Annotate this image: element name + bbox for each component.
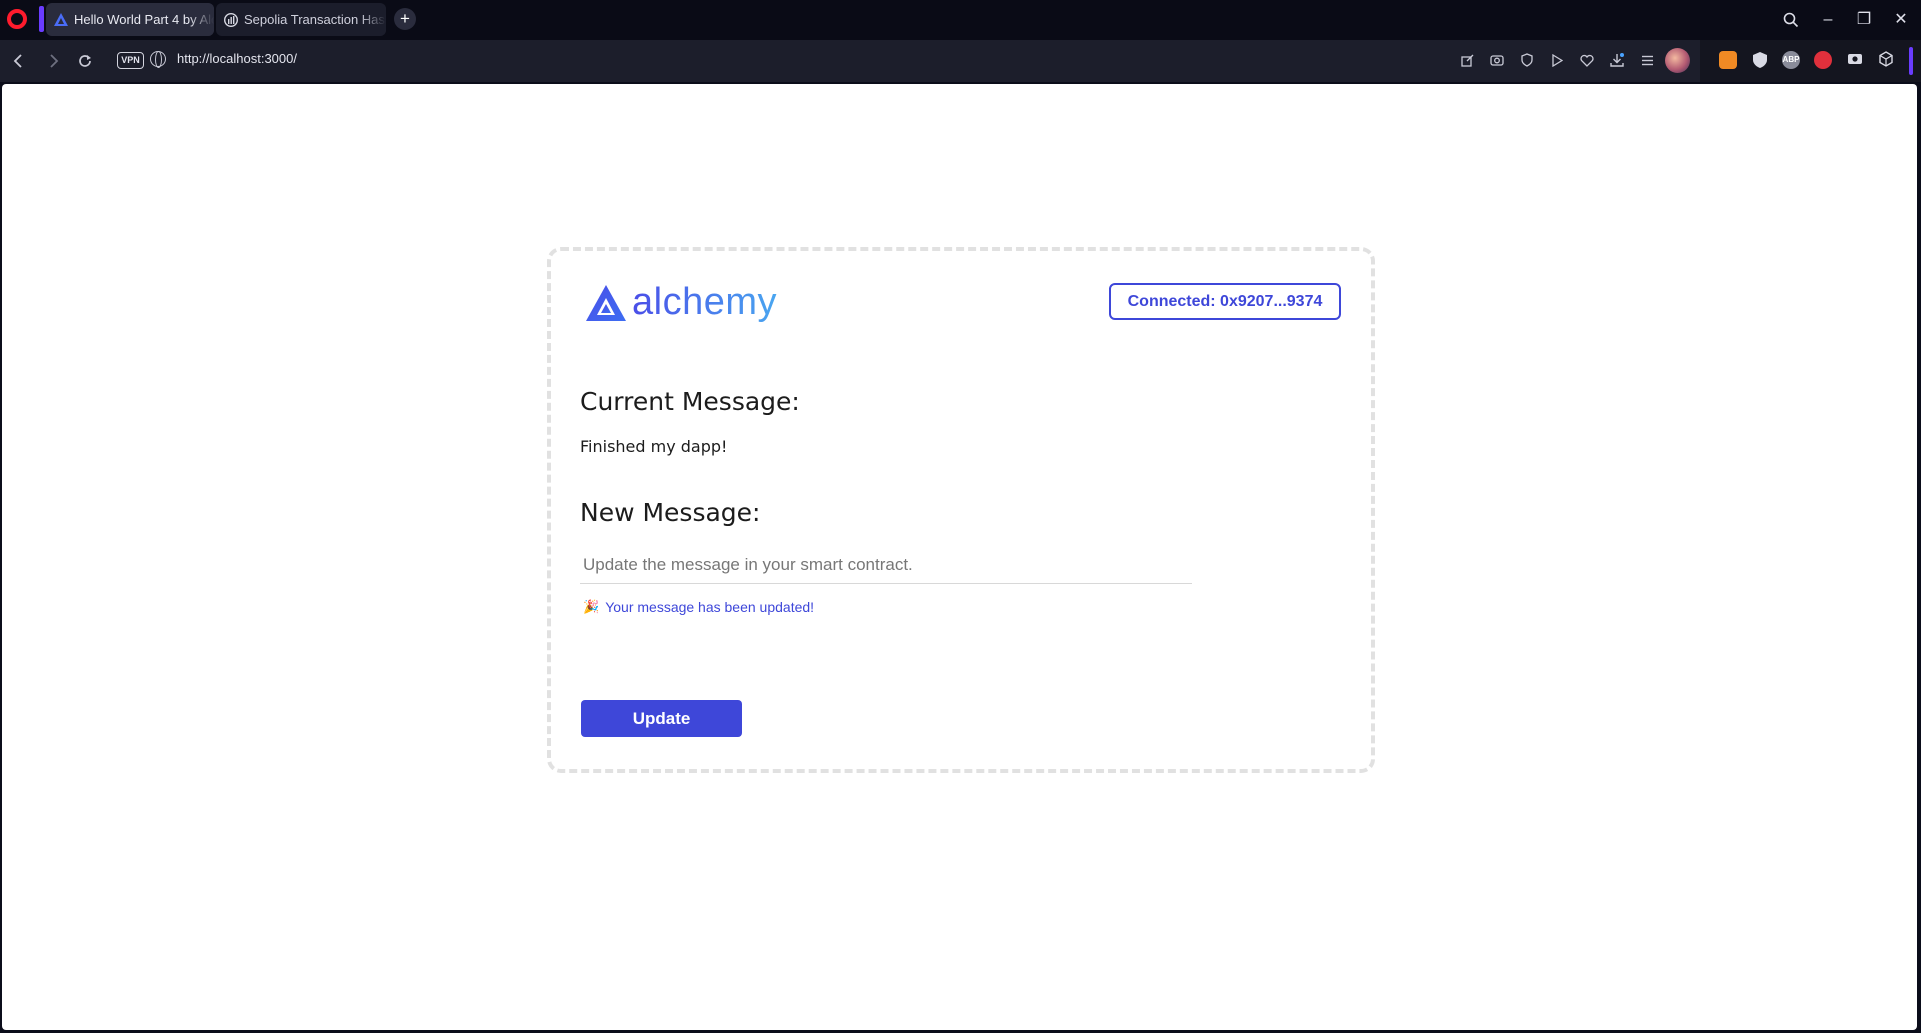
downloads-icon[interactable] xyxy=(1606,49,1628,71)
tab-hello-world[interactable]: Hello World Part 4 by Alchemy xyxy=(46,3,214,36)
close-window-button[interactable]: ✕ xyxy=(1889,8,1913,32)
logo-text: alchemy xyxy=(632,281,777,323)
browser-tab-bar: Hello World Part 4 by Alchemy Sepolia Tr… xyxy=(0,0,1921,40)
current-message-text: Finished my dapp! xyxy=(580,437,728,456)
page-viewport: alchemy Connected: 0x9207...9374 Current… xyxy=(2,84,1917,1030)
player-play-icon[interactable] xyxy=(1546,49,1568,71)
new-message-heading: New Message: xyxy=(580,498,761,527)
forward-button[interactable] xyxy=(43,50,65,72)
new-tab-button[interactable]: + xyxy=(394,8,416,30)
favorites-heart-icon[interactable] xyxy=(1576,49,1598,71)
camera-extension-icon[interactable] xyxy=(1846,51,1864,69)
metamask-extension-icon[interactable] xyxy=(1719,51,1737,69)
tab-sepolia-tx[interactable]: Sepolia Transaction Hash (Txhash) Detail… xyxy=(216,3,386,36)
abp-extension-icon[interactable]: ABP xyxy=(1782,51,1800,69)
url-field[interactable]: http://localhost:3000/ xyxy=(177,51,297,66)
snapshot-icon[interactable] xyxy=(1486,49,1508,71)
vpn-badge[interactable]: VPN xyxy=(117,52,144,69)
profile-avatar[interactable] xyxy=(1665,48,1690,73)
tab-accent-bar xyxy=(39,6,44,32)
alchemy-mark-icon xyxy=(586,284,626,321)
back-button[interactable] xyxy=(7,50,29,72)
maximize-button[interactable]: ❐ xyxy=(1852,8,1876,32)
alchemy-favicon-icon xyxy=(54,13,68,27)
ad-blocker-shield-icon[interactable] xyxy=(1516,49,1538,71)
extensions-cube-icon[interactable] xyxy=(1877,51,1895,69)
new-message-input[interactable] xyxy=(580,546,1192,584)
status-text: Your message has been updated! xyxy=(605,599,815,615)
alchemy-logo: alchemy xyxy=(586,281,777,324)
status-message: 🎉 Your message has been updated! xyxy=(583,599,814,615)
search-tabs-icon[interactable] xyxy=(1779,8,1803,32)
address-bar: VPN http://localhost:3000/ xyxy=(0,40,1921,82)
party-popper-icon: 🎉 xyxy=(583,599,600,614)
red-extension-icon[interactable] xyxy=(1814,51,1832,69)
site-info-icon[interactable] xyxy=(150,51,166,68)
update-button[interactable]: Update xyxy=(581,700,742,737)
share-icon[interactable] xyxy=(1456,49,1478,71)
current-message-heading: Current Message: xyxy=(580,387,800,416)
shield-extension-icon[interactable] xyxy=(1751,51,1769,69)
opera-menu-icon[interactable] xyxy=(7,9,27,29)
wallet-connected-button[interactable]: Connected: 0x9207...9374 xyxy=(1109,283,1341,320)
reload-button[interactable] xyxy=(74,50,96,72)
sidebar-accent-bar xyxy=(1909,47,1913,75)
minimize-button[interactable]: – xyxy=(1816,8,1840,32)
easy-setup-menu-icon[interactable] xyxy=(1636,49,1658,71)
etherscan-favicon-icon xyxy=(224,12,238,27)
